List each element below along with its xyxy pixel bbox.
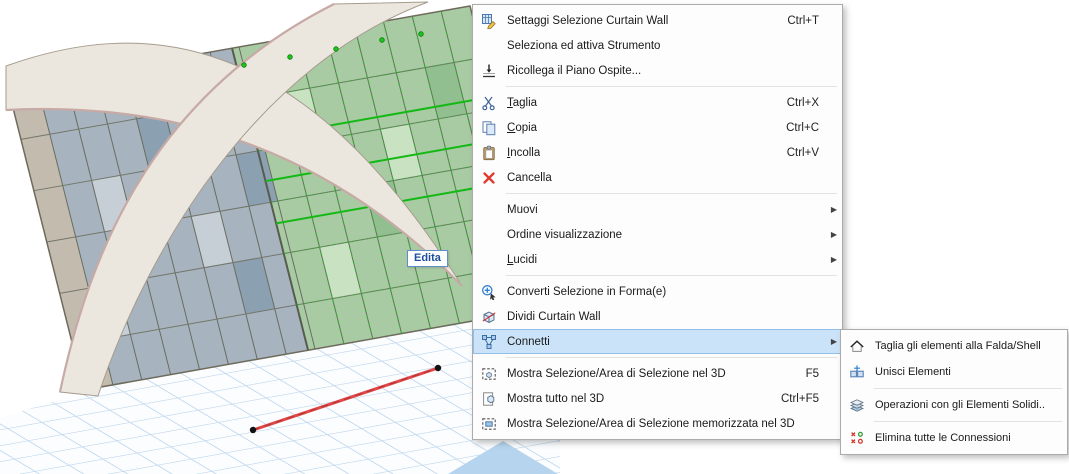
context-menu: Settaggi Selezione Curtain Wall Ctrl+T Sel… — [472, 4, 843, 440]
context-menu-item-ricollega-il-piano-ospite[interactable]: Ricollega il Piano Ospite... — [473, 58, 842, 83]
menu-separator — [506, 357, 837, 358]
menu-item-label: Ricollega il Piano Ospite... — [507, 64, 642, 77]
menu-item-label: Cancella — [507, 171, 552, 184]
copy-icon — [477, 120, 501, 136]
connect-submenu-item-taglia-gli-elementi-alla-falda-shell[interactable]: Taglia gli elementi alla Falda/Shell — [841, 333, 1067, 359]
context-menu-item-muovi[interactable]: Muovi ▶ — [473, 197, 842, 222]
menu-separator — [506, 193, 837, 194]
menu-separator — [506, 275, 837, 276]
menu-item-label: Taglia — [507, 96, 538, 109]
context-menu-item-seleziona-ed-attiva-strumento[interactable]: Seleziona ed attiva Strumento — [473, 33, 842, 58]
trim-to-roof-icon — [845, 338, 869, 354]
merge-elements-icon — [845, 364, 869, 380]
divide-curtain-wall-icon — [477, 309, 501, 325]
convert-morph-icon — [477, 284, 501, 300]
menu-item-label: Mostra Selezione/Area di Selezione memor… — [507, 417, 795, 430]
show-selection-3d-icon — [477, 366, 501, 382]
context-menu-item-dividi-curtain-wall[interactable]: Dividi Curtain Wall — [473, 304, 842, 329]
menu-separator — [874, 421, 1062, 422]
connect-submenu-item-operazioni-con-gli-elementi-solidi[interactable]: Operazioni con gli Elementi Solidi... — [841, 392, 1067, 418]
line-endpoint — [249, 426, 257, 434]
menu-item-label: Connetti — [507, 335, 550, 348]
menu-item-label: Unisci Elementi — [875, 366, 951, 378]
menu-item-shortcut: Ctrl+T — [787, 14, 819, 27]
context-menu-item-mostra-selezione-area-di-selezione-memor[interactable]: Mostra Selezione/Area di Selezione memor… — [473, 411, 842, 436]
context-menu-item-mostra-tutto-nel-3d[interactable]: Mostra tutto nel 3D Ctrl+F5 — [473, 386, 842, 411]
solid-operations-icon — [845, 397, 869, 413]
menu-item-label: Settaggi Selezione Curtain Wall — [507, 14, 669, 27]
connect-submenu: Taglia gli elementi alla Falda/Shell Unis… — [840, 329, 1068, 455]
submenu-arrow-icon: ▶ — [830, 205, 837, 214]
edit-tooltip: Edita — [407, 250, 448, 267]
show-stored-selection-3d-icon — [477, 416, 501, 432]
menu-item-label: Converti Selezione in Forma(e) — [507, 285, 667, 298]
context-menu-item-mostra-selezione-area-di-selezione-nel-3[interactable]: Mostra Selezione/Area di Selezione nel 3… — [473, 361, 842, 386]
context-menu-item-copia[interactable]: Copia Ctrl+C — [473, 115, 842, 140]
blank-icon — [477, 252, 501, 268]
curtain-wall-settings-icon — [477, 13, 501, 29]
context-menu-item-settaggi-selezione-curtain-wall[interactable]: Settaggi Selezione Curtain Wall Ctrl+T — [473, 8, 842, 33]
menu-separator — [874, 388, 1062, 389]
submenu-arrow-icon: ▶ — [830, 255, 837, 264]
menu-item-label: Operazioni con gli Elementi Solidi... — [875, 399, 1044, 411]
connect-icon — [477, 334, 501, 350]
context-menu-item-lucidi[interactable]: Lucidi ▶ — [473, 247, 842, 272]
submenu-arrow-icon: ▶ — [830, 337, 837, 346]
blank-icon — [477, 227, 501, 243]
menu-item-shortcut: Ctrl+V — [786, 146, 819, 159]
menu-item-label: Lucidi — [507, 253, 538, 266]
context-menu-item-ordine-visualizzazione[interactable]: Ordine visualizzazione ▶ — [473, 222, 842, 247]
story-reconnect-icon — [477, 63, 501, 79]
context-menu-item-connetti[interactable]: Connetti ▶ — [473, 329, 842, 354]
delete-icon — [477, 170, 501, 186]
paste-icon — [477, 145, 501, 161]
menu-item-label: Copia — [507, 121, 538, 134]
menu-item-shortcut: Ctrl+C — [786, 121, 819, 134]
context-menu-item-cancella[interactable]: Cancella — [473, 165, 842, 190]
menu-item-label: Incolla — [507, 146, 541, 159]
menu-separator — [506, 86, 837, 87]
menu-item-label: Ordine visualizzazione — [507, 228, 623, 241]
context-menu-item-incolla[interactable]: Incolla Ctrl+V — [473, 140, 842, 165]
menu-item-shortcut: Ctrl+X — [786, 96, 819, 109]
menu-item-label: Taglia gli elementi alla Falda/Shell — [875, 340, 1041, 352]
blank-icon — [477, 38, 501, 54]
show-all-3d-icon — [477, 391, 501, 407]
menu-item-label: Elimina tutte le Connessioni — [875, 432, 1011, 444]
connect-submenu-item-unisci-elementi[interactable]: Unisci Elementi — [841, 359, 1067, 385]
menu-item-shortcut: Ctrl+F5 — [780, 392, 819, 405]
line-endpoint — [434, 364, 442, 372]
context-menu-item-converti-selezione-in-forma-e[interactable]: Converti Selezione in Forma(e) — [473, 279, 842, 304]
menu-item-shortcut: F5 — [805, 367, 819, 380]
submenu-arrow-icon: ▶ — [830, 230, 837, 239]
connect-submenu-item-elimina-tutte-le-connessioni[interactable]: Elimina tutte le Connessioni — [841, 425, 1067, 451]
menu-item-label: Muovi — [507, 203, 538, 216]
menu-item-label: Seleziona ed attiva Strumento — [507, 39, 661, 52]
menu-item-label: Mostra tutto nel 3D — [507, 392, 605, 405]
cut-icon — [477, 95, 501, 111]
delete-connections-icon — [845, 430, 869, 446]
context-menu-item-taglia[interactable]: Taglia Ctrl+X — [473, 90, 842, 115]
menu-item-label: Mostra Selezione/Area di Selezione nel 3… — [507, 367, 726, 380]
menu-item-label: Dividi Curtain Wall — [507, 310, 601, 323]
blank-icon — [477, 202, 501, 218]
